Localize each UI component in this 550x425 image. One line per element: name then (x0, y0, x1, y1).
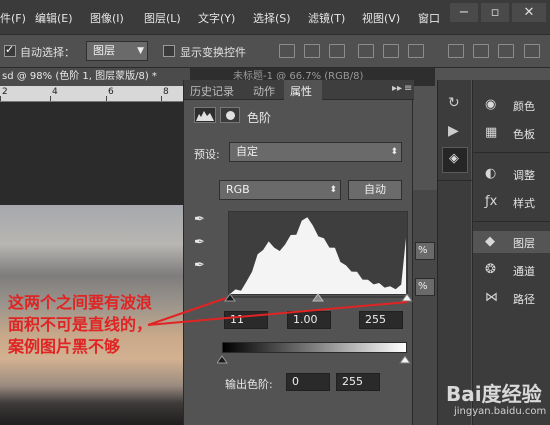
baidu-watermark: Bai度经验 jingyan.baidu.com (440, 378, 550, 425)
annotation-text: 这两个之间要有波浪面积不可是直线的，案例图片黑不够 (8, 293, 153, 356)
annotation-arrows (147, 297, 409, 326)
watermark-url: jingyan.baidu.com (454, 406, 547, 417)
watermark-brand: Bai度经验 (446, 382, 542, 406)
